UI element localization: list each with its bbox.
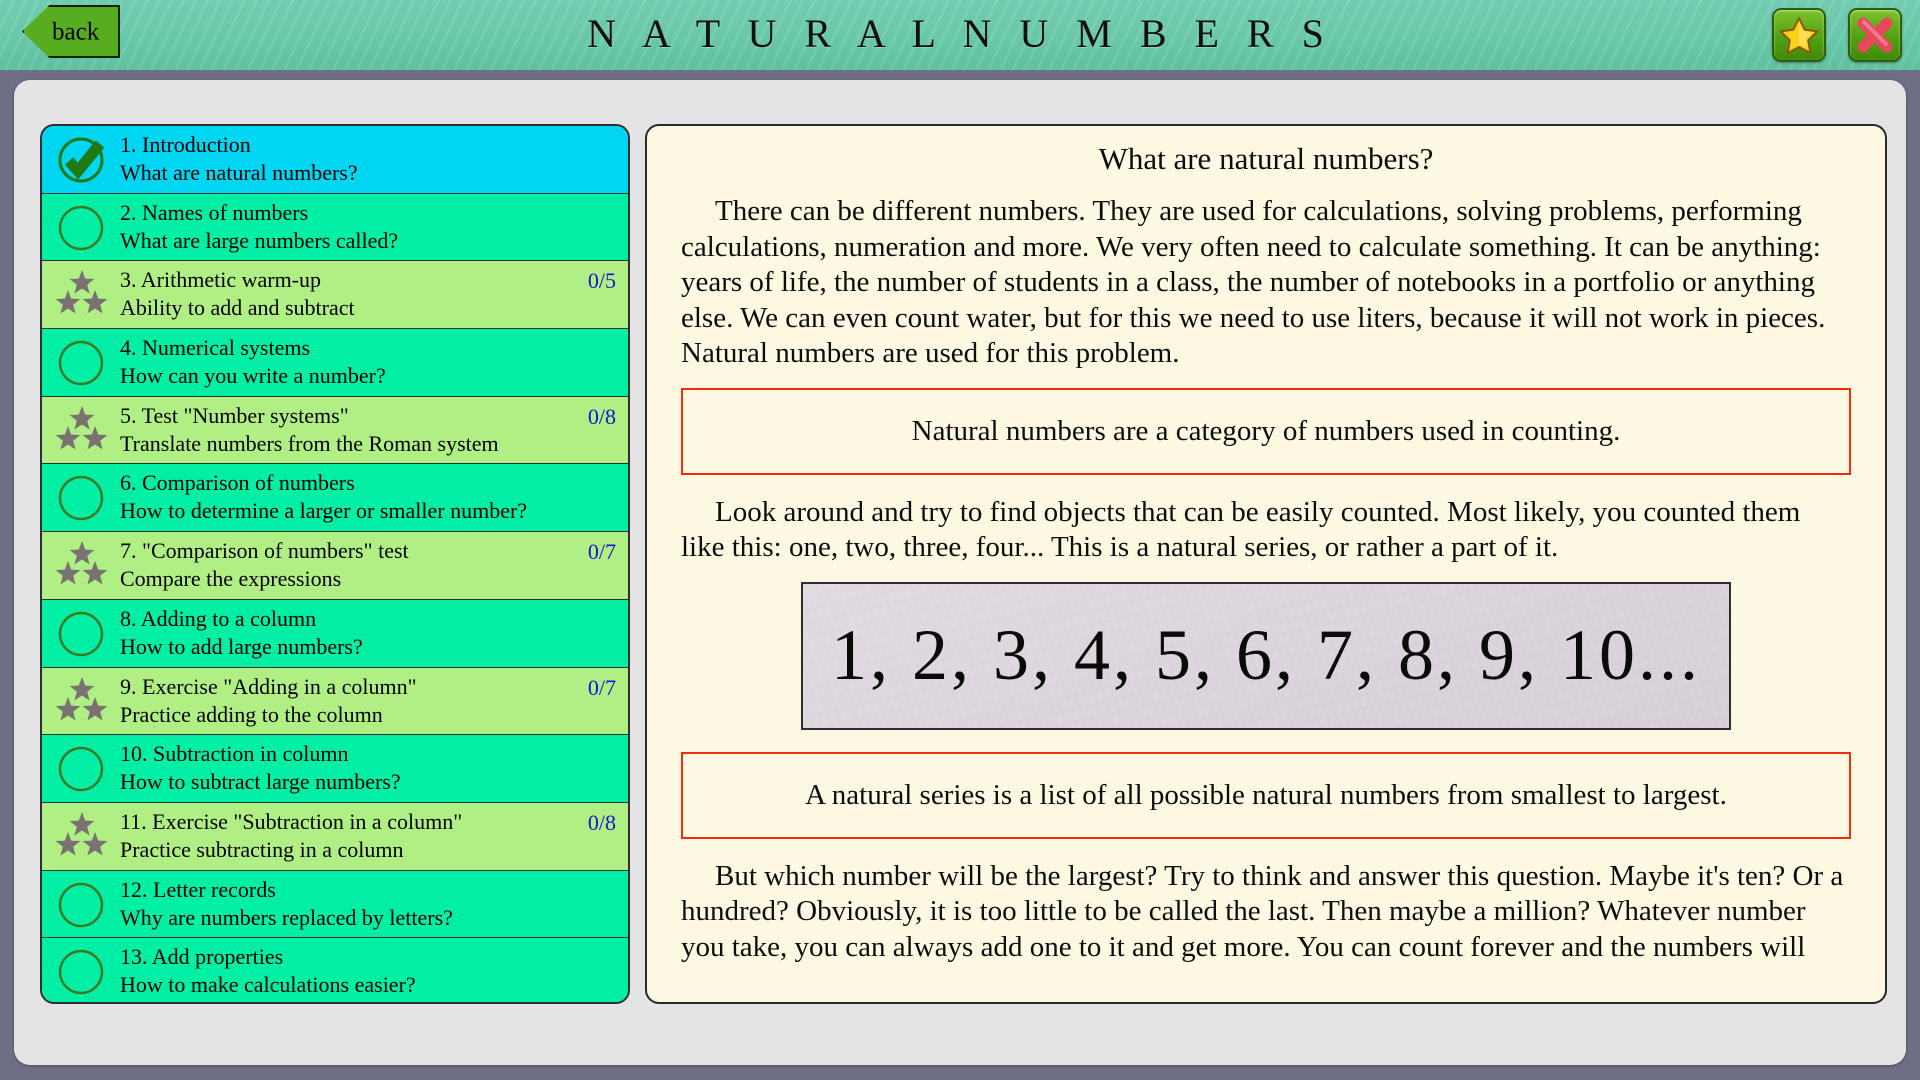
- sidebar-item-12[interactable]: 12. Letter records Why are numbers replac…: [42, 870, 628, 939]
- sidebar-item-text: 10. Subtraction in column How to subtract…: [120, 740, 620, 796]
- three-stars-icon: [52, 536, 114, 596]
- lesson-paragraph-1: There can be different numbers. They are…: [681, 195, 1826, 369]
- lesson-paragraph-2: Look around and try to find objects that…: [681, 495, 1801, 564]
- three-stars-icon: [55, 405, 108, 450]
- sidebar-item-text: 5. Test "Number systems" Translate number…: [120, 402, 620, 458]
- sidebar-item-title: 3. Arithmetic warm-up: [120, 267, 322, 293]
- sidebar-item-7[interactable]: 7. "Comparison of numbers" test Compare t…: [42, 532, 628, 600]
- sidebar-item-text: 8. Adding to a column How to add large nu…: [120, 605, 620, 661]
- empty-circle-icon: [58, 611, 104, 657]
- sidebar-item-10[interactable]: 10. Subtraction in column How to subtract…: [42, 735, 628, 803]
- sidebar-item-text: 1. Introduction What are natural numbers?: [120, 131, 620, 187]
- sidebar-item-subtitle: Ability to add and subtract: [120, 295, 355, 321]
- three-stars-icon: [55, 676, 108, 720]
- page-title: N A T U R A L N U M B E R S: [587, 11, 1333, 56]
- three-stars-icon: [52, 265, 114, 325]
- sidebar-item-score: 0/7: [587, 539, 616, 565]
- empty-circle-icon: [58, 205, 104, 250]
- empty-circle-icon: [58, 340, 104, 386]
- sidebar-item-title: 1. Introduction: [120, 132, 251, 157]
- sidebar-item-title: 9. Exercise "Adding in a column": [120, 673, 417, 699]
- sidebar-item-subtitle: Practice adding to the column: [120, 701, 383, 727]
- sidebar-item-text: 6. Comparison of numbers How to determine…: [120, 469, 620, 525]
- app-header: back N A T U R A L N U M B E R S: [0, 0, 1920, 70]
- sidebar-item-3[interactable]: 3. Arithmetic warm-up Ability to add and …: [42, 261, 628, 330]
- check-circle-icon: [58, 137, 105, 183]
- empty-circle-icon: [58, 746, 104, 792]
- sidebar-item-13[interactable]: 13. Add properties How to make calculatio…: [42, 938, 628, 1002]
- sidebar-item-subtitle: Translate numbers from the Roman system: [120, 430, 499, 456]
- definition-box-2: A natural series is a list of all possib…: [681, 751, 1851, 839]
- sidebar-item-title: 11. Exercise "Subtraction in a column": [120, 808, 463, 834]
- sidebar-item-text: 9. Exercise "Adding in a column" Practice…: [120, 673, 620, 729]
- sidebar-item-subtitle: Why are numbers replaced by letters?: [120, 904, 453, 930]
- sidebar-item-subtitle: How to subtract large numbers?: [120, 769, 401, 795]
- definition-box-1: Natural numbers are a category of number…: [681, 387, 1851, 475]
- three-stars-icon: [52, 807, 114, 867]
- sidebar-item-text: 2. Names of numbers What are large number…: [120, 199, 620, 255]
- sidebar-item-title: 5. Test "Number systems": [120, 402, 349, 428]
- sidebar-item-title: 12. Letter records: [120, 876, 276, 902]
- star-icon: [1779, 17, 1819, 54]
- sidebar-item-text: 4. Numerical systems How can you write a …: [120, 334, 620, 390]
- sidebar-item-score: 0/7: [587, 674, 616, 700]
- sidebar-item-title: 4. Numerical systems: [120, 335, 311, 361]
- lesson-paragraph-3: But which number will be the largest? Tr…: [681, 859, 1844, 963]
- sidebar-item-title: 2. Names of numbers: [120, 199, 309, 225]
- sidebar-item-title: 13. Add properties: [120, 944, 284, 970]
- sidebar-item-score: 0/5: [587, 268, 616, 294]
- empty-circle-icon: [52, 942, 114, 1002]
- three-stars-icon: [55, 541, 108, 585]
- empty-circle-icon: [52, 875, 114, 935]
- empty-circle-icon: [52, 468, 114, 528]
- sidebar-item-text: 3. Arithmetic warm-up Ability to add and …: [120, 266, 620, 322]
- lesson-list-sidebar[interactable]: 1. Introduction What are natural numbers?…: [40, 124, 630, 1004]
- sidebar-item-text: 13. Add properties How to make calculatio…: [120, 943, 620, 999]
- lesson-content-panel: What are natural numbers? There can be d…: [645, 124, 1887, 1004]
- sidebar-item-text: 12. Letter records Why are numbers replac…: [120, 876, 620, 932]
- empty-circle-icon: [58, 476, 104, 521]
- sidebar-item-title: 6. Comparison of numbers: [120, 470, 355, 496]
- number-series-text: 1, 2, 3, 4, 5, 6, 7, 8, 9, 10...: [831, 615, 1701, 695]
- sidebar-item-score: 0/8: [587, 403, 616, 429]
- sidebar-item-title: 10. Subtraction in column: [120, 741, 349, 767]
- empty-circle-icon: [52, 739, 114, 799]
- close-x-icon: [1857, 17, 1893, 53]
- lesson-heading: What are natural numbers?: [1098, 141, 1434, 176]
- sidebar-item-text: 11. Exercise "Subtraction in a column" Pr…: [120, 808, 620, 864]
- sidebar-item-score: 0/8: [587, 809, 616, 835]
- three-stars-icon: [55, 270, 108, 314]
- sidebar-item-9[interactable]: 9. Exercise "Adding in a column" Practice…: [42, 667, 628, 736]
- sidebar-item-subtitle: What are large numbers called?: [120, 227, 399, 253]
- sidebar-item-4[interactable]: 4. Numerical systems How can you write a …: [42, 329, 628, 397]
- sidebar-item-8[interactable]: 8. Adding to a column How to add large nu…: [42, 599, 628, 668]
- sidebar-item-11[interactable]: 11. Exercise "Subtraction in a column" Pr…: [42, 802, 628, 871]
- close-button[interactable]: [1848, 8, 1902, 62]
- favorite-button[interactable]: [1772, 8, 1826, 62]
- three-stars-icon: [52, 672, 114, 732]
- sidebar-item-subtitle: How can you write a number?: [120, 363, 386, 389]
- empty-circle-icon: [58, 882, 104, 927]
- sidebar-item-subtitle: Compare the expressions: [120, 566, 342, 592]
- sidebar-item-subtitle: Practice subtracting in a column: [120, 836, 404, 862]
- empty-circle-icon: [52, 333, 114, 393]
- empty-circle-icon: [58, 950, 104, 995]
- empty-circle-icon: [52, 604, 114, 664]
- sidebar-item-subtitle: How to make calculations easier?: [120, 972, 416, 998]
- number-series-image: 1, 2, 3, 4, 5, 6, 7, 8, 9, 10...: [801, 581, 1731, 730]
- sidebar-item-6[interactable]: 6. Comparison of numbers How to determine…: [42, 464, 628, 533]
- sidebar-item-5[interactable]: 5. Test "Number systems" Translate number…: [42, 396, 628, 465]
- sidebar-item-2[interactable]: 2. Names of numbers What are large number…: [42, 193, 628, 262]
- three-stars-icon: [55, 811, 108, 856]
- sidebar-item-text: 7. "Comparison of numbers" test Compare t…: [120, 537, 620, 593]
- sidebar-item-subtitle: What are natural numbers?: [120, 160, 358, 185]
- three-stars-icon: [52, 401, 114, 461]
- sidebar-item-1[interactable]: 1. Introduction What are natural numbers?: [42, 126, 628, 194]
- empty-circle-icon: [52, 198, 114, 258]
- sidebar-item-subtitle: How to add large numbers?: [120, 633, 363, 659]
- sidebar-item-title: 7. "Comparison of numbers" test: [120, 538, 409, 564]
- check-circle-icon: [52, 130, 114, 190]
- sidebar-item-subtitle: How to determine a larger or smaller num…: [120, 498, 528, 524]
- sidebar-item-title: 8. Adding to a column: [120, 605, 317, 631]
